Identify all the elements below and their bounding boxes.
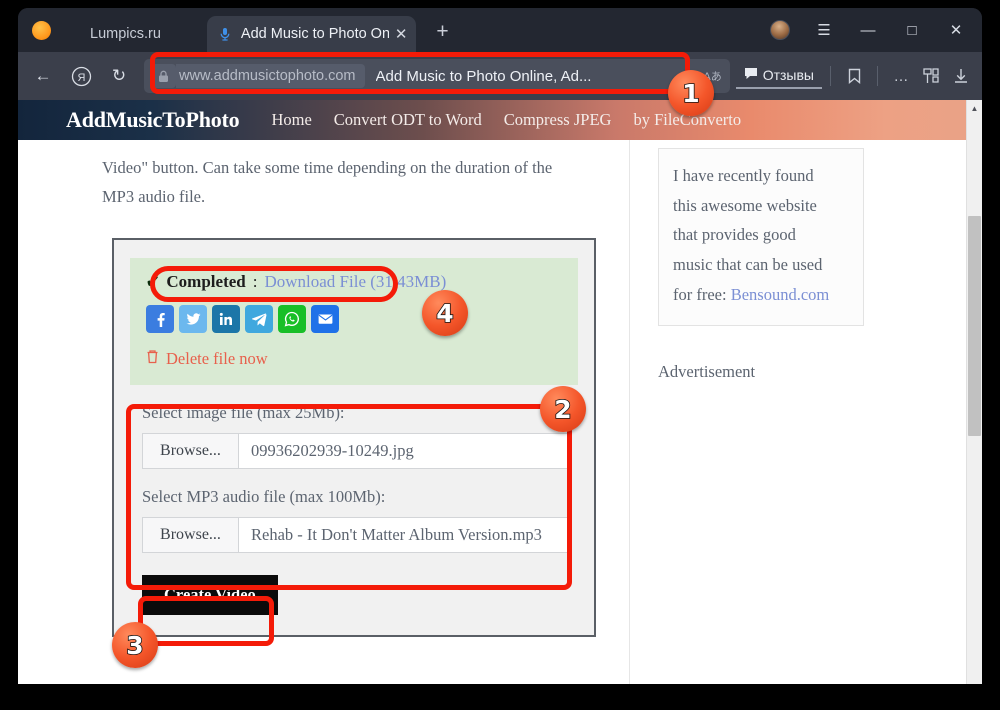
address-bar[interactable]: www.addmusictophoto.com Add Music to Pho… <box>144 59 730 93</box>
page-viewport: AddMusicToPhoto Home Convert ODT to Word… <box>18 100 982 702</box>
site-navigation: AddMusicToPhoto Home Convert ODT to Word… <box>18 100 982 140</box>
delete-file-label: Delete file now <box>166 348 268 368</box>
audio-file-name: Rehab - It Don't Matter Album Version.mp… <box>251 524 542 544</box>
main-column: Video" button. Can take some time depend… <box>18 140 630 702</box>
email-icon[interactable] <box>311 304 339 333</box>
tab-lumpics[interactable]: Lumpics.ru <box>66 16 185 52</box>
quote-line-2: this awesome website <box>673 195 817 215</box>
divider <box>877 66 878 86</box>
new-tab-button[interactable]: + <box>430 19 456 45</box>
annotation-badge-1: 1 <box>668 70 714 116</box>
address-page-title: Add Music to Photo Online, Ad... <box>375 67 592 85</box>
url-text: www.addmusictophoto.com <box>176 64 365 88</box>
intro-paragraph: Video" button. Can take some time depend… <box>18 140 629 212</box>
sidebar-column: I have recently found this awesome websi… <box>630 140 982 702</box>
nav-link-home[interactable]: Home <box>271 110 311 130</box>
create-video-button[interactable]: Create Video <box>142 574 278 615</box>
audio-file-input[interactable]: Browse... Rehab - It Don't Matter Album … <box>142 516 568 553</box>
close-window-button[interactable]: ✕ <box>934 15 978 45</box>
maximize-button[interactable]: □ <box>890 15 934 45</box>
telegram-icon[interactable] <box>245 304 273 333</box>
window-controls: ☰ — □ ✕ <box>758 15 978 45</box>
scrollbar-thumb[interactable] <box>968 216 981 436</box>
advertisement-label: Advertisement <box>658 362 756 382</box>
screenshot-root: Lumpics.ru Add Music to Photo Onl ✕ + ☰ … <box>0 0 1000 710</box>
minimize-button[interactable]: — <box>846 15 890 45</box>
toolbar-right: Отзывы … <box>735 61 976 91</box>
image-field-label: Select image file (max 25Mb): <box>142 402 345 422</box>
annotation-badge-3: 3 <box>112 622 158 668</box>
whatsapp-icon[interactable] <box>278 304 306 333</box>
scroll-up-arrow[interactable]: ▲ <box>967 100 982 116</box>
quote-line-5-text: for free: <box>673 284 731 304</box>
tab-strip: Lumpics.ru Add Music to Photo Onl ✕ + ☰ … <box>18 8 982 52</box>
more-options-icon[interactable]: … <box>886 61 916 91</box>
avatar[interactable] <box>758 15 802 45</box>
tab-title: Lumpics.ru <box>90 26 161 42</box>
success-panel: ✔ Completed: Download File (31.43MB) Del… <box>130 257 578 385</box>
quote-line-1: I have recently found <box>673 166 814 185</box>
tab-title: Add Music to Photo Onl <box>240 26 389 42</box>
quote-line-3: that provides good <box>673 225 796 245</box>
twitter-icon[interactable] <box>179 304 207 333</box>
linkedin-icon[interactable] <box>212 304 240 333</box>
browser-logo-icon <box>32 21 51 40</box>
image-browse-button[interactable]: Browse... <box>143 433 239 468</box>
avatar-image <box>770 20 790 40</box>
browser-window: Lumpics.ru Add Music to Photo Onl ✕ + ☰ … <box>18 8 982 702</box>
completed-row: ✔ Completed: Download File (31.43MB) <box>146 272 562 292</box>
check-icon: ✔ <box>146 273 160 291</box>
close-icon[interactable]: ✕ <box>395 27 408 42</box>
image-file-name: 09936202939-10249.jpg <box>251 440 414 460</box>
tab-addmusictophoto[interactable]: Add Music to Photo Onl ✕ <box>206 16 416 52</box>
annotation-badge-2: 2 <box>540 386 586 432</box>
navigation-bar: ← Я ↻ www.addmusictophoto.com Add Music … <box>18 52 982 100</box>
nav-link-convert-odt[interactable]: Convert ODT to Word <box>334 110 482 130</box>
nav-link-compress-jpeg[interactable]: Compress JPEG <box>504 110 612 130</box>
collections-icon[interactable] <box>916 61 946 91</box>
trash-icon <box>146 349 159 369</box>
annotation-badge-4: 4 <box>422 290 468 336</box>
social-share-buttons <box>146 304 562 333</box>
image-file-input[interactable]: Browse... 09936202939-10249.jpg <box>142 432 568 469</box>
reload-button[interactable]: ↻ <box>100 57 138 95</box>
page-bottom-strip <box>18 684 982 702</box>
reviews-button[interactable]: Отзывы <box>735 63 822 89</box>
audio-field-label: Select MP3 audio file (max 100Mb): <box>142 486 386 506</box>
download-icon[interactable] <box>946 61 976 91</box>
testimonial-box: I have recently found this awesome websi… <box>658 148 864 327</box>
yandex-home-icon[interactable]: Я <box>62 57 100 95</box>
site-brand[interactable]: AddMusicToPhoto <box>66 107 240 133</box>
tool-card: ✔ Completed: Download File (31.43MB) Del… <box>112 237 596 637</box>
intro-line-1: Video" button. Can take some time depend… <box>102 158 553 177</box>
bensound-link[interactable]: Bensound.com <box>731 285 830 304</box>
lock-icon <box>150 64 176 88</box>
delete-file-link[interactable]: Delete file now <box>146 349 562 369</box>
back-button[interactable]: ← <box>24 57 62 95</box>
svg-text:Я: Я <box>77 72 85 84</box>
bookmark-icon[interactable] <box>839 61 869 91</box>
audio-browse-button[interactable]: Browse... <box>143 517 239 552</box>
facebook-icon[interactable] <box>146 304 174 333</box>
divider <box>830 66 831 86</box>
browser-menu-button[interactable]: ☰ <box>802 15 846 45</box>
quote-line-5: for free: Bensound.com <box>673 280 849 310</box>
reviews-label: Отзывы <box>762 67 814 83</box>
status-separator: : <box>252 271 258 291</box>
status-label: Completed <box>166 271 246 291</box>
microphone-icon <box>217 26 233 42</box>
speech-bubble-icon <box>744 67 758 83</box>
download-file-link[interactable]: Download File (31.43MB) <box>264 272 446 292</box>
page-scrollbar[interactable]: ▲ ▼ <box>966 100 982 702</box>
quote-line-4: music that can be used <box>673 255 823 275</box>
page-content: Video" button. Can take some time depend… <box>18 140 982 702</box>
intro-line-2: MP3 audio file. <box>102 186 206 206</box>
